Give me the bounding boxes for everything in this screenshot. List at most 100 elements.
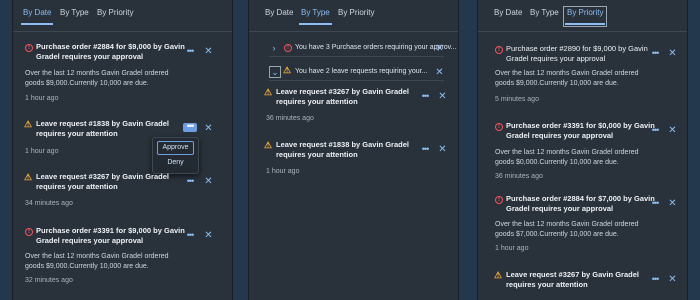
notification-description: Over the last 12 months Gavin Gradel ord…	[25, 70, 169, 77]
notification-item[interactable]: ⚠ Leave request #3267 by Gavin Gradel re…	[478, 270, 687, 300]
notification-title: Purchase order #3391 for $0,000 by Gavin	[506, 121, 655, 130]
warning-triangle-icon: ⚠	[24, 172, 33, 182]
overflow-menu-icon[interactable]: •••	[183, 231, 197, 241]
notification-description-line2: goods $9,000.Currently 10,000 are due.	[25, 80, 149, 87]
overflow-menu-icon[interactable]: •••	[648, 275, 662, 285]
background-strip-right	[686, 0, 700, 300]
overflow-menu-icon[interactable]: •••	[418, 145, 432, 155]
close-icon[interactable]: ✕	[204, 47, 213, 57]
notifications-panel-by-priority: By Date By Type By Priority ! Purchase o…	[477, 0, 688, 300]
close-icon[interactable]: ✕	[668, 49, 677, 59]
notification-title-line2: Gradel requires your approval	[506, 204, 614, 213]
notification-item[interactable]: ! Purchase order #2884 for $9,000 by Gav…	[13, 42, 232, 107]
chevron-right-icon[interactable]: ›	[269, 43, 279, 53]
overflow-menu-icon[interactable]: •••	[183, 122, 197, 132]
notification-title: Leave request #3267 by Gavin Gradel	[276, 87, 409, 96]
notification-title-line2: Gradel requires your approval	[506, 131, 614, 140]
close-icon[interactable]: ✕	[668, 126, 677, 136]
notification-item[interactable]: ⚠ Leave request #3267 by Gavin Gradel re…	[13, 172, 232, 212]
tab-by-priority[interactable]: By Priority	[95, 8, 135, 23]
action-popover: Approve Deny	[152, 137, 199, 174]
notification-timestamp: 1 hour ago	[25, 95, 59, 102]
tab-by-date[interactable]: By Date	[21, 8, 54, 25]
notification-title-line2: requires your attention	[36, 182, 118, 191]
tab-by-priority[interactable]: By Priority	[562, 6, 608, 27]
tab-by-type[interactable]: By Type	[528, 8, 561, 23]
notification-timestamp: 36 minutes ago	[266, 115, 314, 122]
notification-timestamp: 32 minutes ago	[25, 277, 73, 284]
notification-timestamp: 34 minutes ago	[25, 200, 73, 207]
notification-title: Purchase order #3391 for $9,000 by Gavin	[36, 226, 185, 235]
close-icon[interactable]: ✕	[438, 92, 447, 102]
notification-item[interactable]: ⚠ Leave request #3267 by Gavin Gradel re…	[249, 87, 458, 127]
error-circle-icon: !	[25, 44, 33, 52]
overflow-menu-icon[interactable]: •••	[183, 47, 197, 57]
notification-timestamp: 1 hour ago	[266, 168, 300, 175]
notification-description-line2: goods $9,000.Currently 10,000 are due.	[25, 263, 149, 270]
notification-timestamp: 1 hour ago	[495, 245, 529, 252]
overflow-menu-icon[interactable]: •••	[418, 92, 432, 102]
tab-by-type[interactable]: By Type	[58, 8, 91, 23]
notification-title: Leave request #3267 by Gavin Gradel	[36, 172, 169, 181]
notification-item[interactable]: ! Purchase order #3391 for $9,000 by Gav…	[13, 226, 232, 291]
close-icon[interactable]: ✕	[435, 68, 444, 78]
error-circle-icon: !	[284, 44, 292, 52]
tab-bar: By Date By Type By Priority	[478, 0, 687, 32]
tab-by-priority[interactable]: By Priority	[336, 8, 376, 23]
notification-description-line2: goods $7,000.Currently 10,000 are due.	[495, 231, 619, 238]
notification-timestamp: 36 minutes ago	[495, 173, 543, 180]
overflow-menu-icon[interactable]: •••	[648, 126, 662, 136]
notification-item[interactable]: ⚠ Leave request #1838 by Gavin Gradel re…	[249, 140, 458, 180]
tab-by-type[interactable]: By Type	[299, 8, 332, 25]
group-header-leave-requests[interactable]: ⌄ ⚠ You have 2 leave requests requiring …	[269, 64, 444, 81]
notification-title: Purchase order #2890 for $9,000 by Gavin	[506, 44, 648, 53]
notification-description: Over the last 12 months Gavin Gradel ord…	[25, 253, 169, 260]
tab-bar: By Date By Type By Priority	[13, 0, 232, 32]
notification-item[interactable]: ! Purchase order #2890 for $9,000 by Gav…	[478, 44, 687, 109]
group-summary: You have 2 leave requests requiring your…	[295, 68, 428, 75]
overflow-menu-icon[interactable]: •••	[183, 177, 197, 187]
notification-title: Leave request #1838 by Gavin Gradel	[276, 140, 409, 149]
close-icon[interactable]: ✕	[204, 124, 213, 134]
notification-description-line2: goods $9,000.Currently 10,000 are due.	[495, 80, 619, 87]
close-icon[interactable]: ✕	[204, 177, 213, 187]
warning-triangle-icon: ⚠	[494, 270, 503, 280]
error-circle-icon: !	[25, 228, 33, 236]
notification-description: Over the last 12 months Gavin Gradel ord…	[495, 221, 639, 228]
warning-triangle-icon: ⚠	[283, 65, 292, 75]
notifications-panel-by-date: By Date By Type By Priority ! Purchase o…	[12, 0, 233, 300]
notification-title-line2: Gradel requires your approval	[36, 52, 144, 61]
close-icon[interactable]: ✕	[435, 44, 444, 54]
tab-bar: By Date By Type By Priority	[249, 0, 458, 32]
notification-item[interactable]: ⚠ Leave request #1838 by Gavin Gradel re…	[13, 119, 232, 159]
warning-triangle-icon: ⚠	[264, 87, 273, 97]
notification-description: Over the last 12 months Gavin Gradel ord…	[495, 149, 639, 156]
background-strip-left	[0, 0, 12, 300]
close-icon[interactable]: ✕	[668, 275, 677, 285]
overflow-menu-icon[interactable]: •••	[648, 199, 662, 209]
tab-by-date[interactable]: By Date	[263, 8, 295, 23]
notification-title-line2: requires your attention	[506, 280, 588, 289]
notification-title-line2: requires your attention	[276, 97, 358, 106]
warning-triangle-icon: ⚠	[24, 119, 33, 129]
deny-button[interactable]: Deny	[157, 157, 194, 169]
notification-description: Over the last 12 months Gavin Gradel ord…	[495, 70, 639, 77]
notification-item[interactable]: ! Purchase order #2884 for $7,000 by Gav…	[478, 194, 687, 259]
notification-title-line2: Gradel requires your approval	[36, 236, 144, 245]
group-header-purchase-orders[interactable]: › ! You have 3 Purchase orders requiring…	[269, 40, 457, 57]
close-icon[interactable]: ✕	[204, 231, 213, 241]
notifications-panel-by-type: By Date By Type By Priority › ! You have…	[248, 0, 459, 300]
overflow-menu-icon[interactable]: •••	[648, 49, 662, 59]
warning-triangle-icon: ⚠	[264, 140, 273, 150]
chevron-down-icon[interactable]: ⌄	[269, 66, 281, 78]
background-strip-mid-1	[231, 0, 248, 300]
notification-item[interactable]: ! Purchase order #3391 for $0,000 by Gav…	[478, 121, 687, 186]
tab-by-date[interactable]: By Date	[492, 8, 524, 23]
close-icon[interactable]: ✕	[438, 145, 447, 155]
approve-button[interactable]: Approve	[157, 141, 194, 155]
notification-title: Purchase order #2884 for $7,000 by Gavin	[506, 194, 655, 203]
error-circle-icon: !	[495, 123, 503, 131]
close-icon[interactable]: ✕	[668, 199, 677, 209]
notification-timestamp: 5 minutes ago	[495, 96, 539, 103]
notification-description-line2: goods $0,000.Currently 10,000 are due.	[495, 159, 619, 166]
